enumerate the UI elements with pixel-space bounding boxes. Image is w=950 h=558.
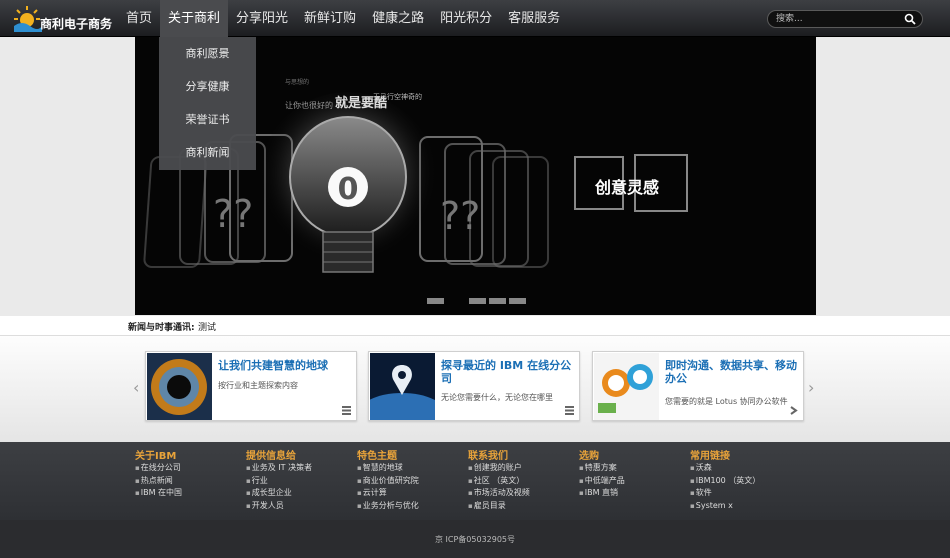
card-desc: 无论您需要什么，无论您在哪里 [441, 393, 553, 402]
footer-col-contact: 联系我们 创建我的账户 社区 （英文） 市场活动及视频 雇员目录 [468, 447, 578, 512]
svg-text:??: ?? [440, 194, 480, 238]
banner-tag: 创意灵感 [595, 178, 660, 197]
slide-dot-1[interactable] [427, 298, 444, 304]
page: 商利电子商务 首页 关于商利 分享阳光 新鲜订购 健康之路 阳光积分 客服服务 [0, 0, 950, 558]
footer-link[interactable]: 沃森 [690, 462, 800, 475]
footer-link[interactable]: 智慧的地球 [357, 462, 467, 475]
footer-col-title: 联系我们 [468, 451, 508, 462]
card-lotus[interactable]: 即时沟通、数据共享、移动办公 您需要的就是 Lotus 协同办公软件 [592, 351, 804, 421]
footer-link[interactable]: 云计算 [357, 487, 467, 500]
card-title: 探寻最近的 IBM 在线分公司 [441, 359, 572, 385]
footer-link[interactable]: 在线分公司 [135, 462, 245, 475]
list-icon[interactable] [342, 406, 351, 415]
chevron-right-icon[interactable] [789, 406, 798, 415]
nav-item-customer-service[interactable]: 客服服务 [500, 0, 568, 37]
footer-link[interactable]: System x [690, 500, 800, 513]
svg-text:??: ?? [213, 192, 253, 236]
about-dropdown-menu: 商利愿景 分享健康 荣誉证书 商利新闻 [159, 37, 256, 170]
banner-small-text-2: 让你也很好的 [285, 101, 333, 110]
footer-col-title: 选购 [579, 451, 599, 462]
banner-small-text-1: 与思想的 [285, 79, 310, 86]
search-icon[interactable] [904, 13, 916, 25]
list-icon[interactable] [565, 406, 574, 415]
top-nav: 商利电子商务 首页 关于商利 分享阳光 新鲜订购 健康之路 阳光积分 客服服务 [0, 0, 950, 37]
main-menu: 首页 关于商利 分享阳光 新鲜订购 健康之路 阳光积分 客服服务 [118, 0, 568, 37]
footer-col-topics: 特色主题 智慧的地球 商业价值研究院 云计算 业务分析与优化 [357, 447, 467, 512]
footer-link[interactable]: 中低端产品 [579, 475, 689, 488]
footer-link[interactable]: 开发人员 [246, 500, 356, 513]
footer-col-info: 提供信息给 业务及 IT 决策者 行业 成长型企业 开发人员 [246, 447, 356, 512]
bulb-glyph: 0 [338, 172, 359, 207]
sun-logo-icon [14, 6, 42, 32]
footer-col-title: 常用链接 [690, 451, 730, 462]
footer-col-common-links: 常用链接 沃森 IBM100 （英文） 软件 System x [690, 447, 800, 512]
slide-indicators [427, 298, 529, 304]
feature-cards: ‹ 让我们共建智慧的地球 按行业和主题探索内容 探寻最近的 IBM 在线分公司 [0, 336, 950, 442]
icp-text: 京 ICP备05032905号 [434, 535, 516, 544]
footer-link[interactable]: IBM 在中国 [135, 487, 245, 500]
news-ticker: 新闻与时事通讯: 测试 [0, 316, 950, 336]
slide-dot-2[interactable] [469, 298, 486, 304]
footer-link[interactable]: 热点新闻 [135, 475, 245, 488]
slide-dot-3[interactable] [489, 298, 506, 304]
footer-link[interactable]: 社区 （英文） [468, 475, 578, 488]
nav-item-fresh-order[interactable]: 新鲜订购 [296, 0, 364, 37]
news-item[interactable]: 测试 [198, 320, 216, 333]
footer-col-title: 提供信息给 [246, 451, 296, 462]
nav-item-health[interactable]: 健康之路 [364, 0, 432, 37]
footer-link[interactable]: IBM 直销 [579, 487, 689, 500]
dropdown-item-certificates[interactable]: 荣誉证书 [159, 103, 256, 136]
bubbles-thumbnail-icon [594, 353, 659, 420]
news-label: 新闻与时事通讯: [128, 323, 195, 333]
footer-link[interactable]: 雇员目录 [468, 500, 578, 513]
footer-link[interactable]: 业务分析与优化 [357, 500, 467, 513]
card-title: 即时沟通、数据共享、移动办公 [665, 359, 797, 385]
card-smarter-planet[interactable]: 让我们共建智慧的地球 按行业和主题探索内容 [145, 351, 357, 421]
nav-item-points[interactable]: 阳光积分 [432, 0, 500, 37]
footer-links: 关于IBM 在线分公司 热点新闻 IBM 在中国 提供信息给 业务及 IT 决策… [0, 442, 950, 520]
footer-link[interactable]: 业务及 IT 决策者 [246, 462, 356, 475]
dropdown-item-news[interactable]: 商利新闻 [159, 136, 256, 169]
eye-thumbnail-icon [147, 353, 212, 420]
nav-item-about[interactable]: 关于商利 [160, 0, 229, 37]
copyright-bar: 京 ICP备05032905号 [0, 520, 950, 558]
card-desc: 按行业和主题探索内容 [218, 381, 298, 390]
footer-col-shop: 选购 特惠方案 中低端产品 IBM 直销 [579, 447, 689, 500]
location-pin-thumbnail-icon [370, 353, 435, 420]
nav-item-share-sunshine[interactable]: 分享阳光 [228, 0, 296, 37]
prev-arrow-icon[interactable]: ‹ [133, 378, 139, 397]
footer-col-title: 特色主题 [357, 451, 397, 462]
banner-slogan: 天马行空神奇的 [373, 93, 422, 101]
footer-link[interactable]: 软件 [690, 487, 800, 500]
footer-col-about: 关于IBM 在线分公司 热点新闻 IBM 在中国 [135, 447, 245, 500]
footer-link[interactable]: 特惠方案 [579, 462, 689, 475]
footer-col-title: 关于IBM [135, 451, 177, 462]
footer-link[interactable]: 市场活动及视频 [468, 487, 578, 500]
card-desc: 您需要的就是 Lotus 协同办公软件 [665, 397, 788, 406]
dropdown-item-share-health[interactable]: 分享健康 [159, 70, 256, 103]
footer-link[interactable]: 成长型企业 [246, 487, 356, 500]
footer-link[interactable]: IBM100 （英文） [690, 475, 800, 488]
logo[interactable]: 商利电子商务 [10, 3, 115, 34]
footer-link[interactable]: 商业价值研究院 [357, 475, 467, 488]
logo-text: 商利电子商务 [40, 17, 113, 31]
card-find-branch[interactable]: 探寻最近的 IBM 在线分公司 无论您需要什么，无论您在哪里 [368, 351, 580, 421]
nav-item-home[interactable]: 首页 [118, 0, 160, 37]
search-box [767, 10, 923, 28]
footer-link[interactable]: 行业 [246, 475, 356, 488]
footer-link[interactable]: 创建我的账户 [468, 462, 578, 475]
next-arrow-icon[interactable]: › [808, 378, 814, 397]
search-input[interactable] [776, 12, 901, 26]
slide-dot-4[interactable] [509, 298, 526, 304]
card-title: 让我们共建智慧的地球 [218, 359, 328, 372]
dropdown-item-vision[interactable]: 商利愿景 [159, 37, 256, 70]
